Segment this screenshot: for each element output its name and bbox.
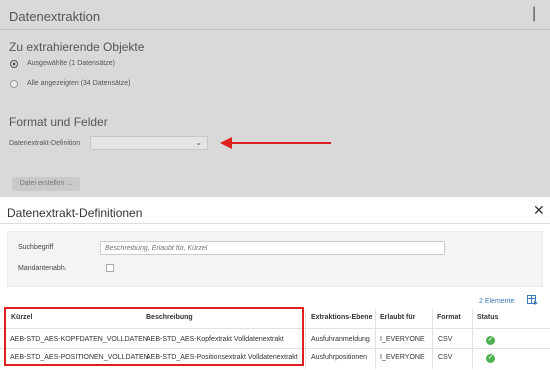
background-dialog: Datenextraktion | Zu extrahierende Objek…: [0, 0, 550, 197]
annotation-arrow-icon: [220, 137, 331, 149]
check-circle-icon: ✓: [486, 336, 495, 345]
format-section-heading: Format und Felder: [9, 115, 108, 129]
chevron-down-icon: ⌄: [195, 138, 202, 147]
column-separator: [432, 309, 433, 369]
objects-section-heading: Zu extrahierende Objekte: [9, 40, 145, 54]
create-file-button[interactable]: Datei erstellen ...: [12, 177, 80, 191]
cell-ebene: Ausfuhrpositionen: [311, 354, 368, 361]
annotation-highlight-box: [4, 307, 304, 366]
radio-selected[interactable]: [10, 60, 18, 68]
definition-select[interactable]: ⌄: [90, 136, 208, 150]
client-dependent-label: Mandantenabh.: [18, 265, 67, 272]
column-separator: [375, 309, 376, 369]
radio-all-label: Alle angezeigten (34 Datensätze): [27, 80, 131, 87]
cell-format: CSV: [438, 336, 453, 343]
result-count: 2 Elemente: [479, 298, 515, 305]
definition-label: Datenextrakt-Definition: [9, 140, 81, 147]
dialog-divider: [0, 223, 550, 224]
cell-ebene: Ausfuhranmeldung: [311, 336, 370, 343]
background-dialog-title: Datenextraktion: [9, 9, 101, 24]
filter-panel: Suchbegriff Mandantenabh.: [7, 231, 543, 287]
dialog-title: Datenextrakt-Definitionen: [7, 206, 143, 220]
search-label: Suchbegriff: [18, 244, 54, 251]
close-icon[interactable]: ✕: [533, 203, 545, 217]
col-status[interactable]: Status: [477, 314, 498, 321]
radio-all[interactable]: [10, 80, 18, 88]
col-ebene[interactable]: Extraktions-Ebene: [311, 314, 372, 321]
table-export-icon[interactable]: [527, 295, 538, 305]
column-separator: [472, 309, 473, 369]
cell-erlaubt: I_EVERYONE: [380, 336, 425, 343]
background-title-bar: Datenextraktion |: [0, 0, 550, 30]
client-dependent-checkbox[interactable]: [106, 264, 114, 272]
cell-format: CSV: [438, 354, 453, 361]
radio-selected-label: Ausgewählte (1 Datensätze): [27, 60, 115, 67]
col-erlaubt[interactable]: Erlaubt für: [380, 314, 415, 321]
definitions-dialog: Datenextrakt-Definitionen ✕ Suchbegriff …: [0, 197, 550, 370]
cell-erlaubt: I_EVERYONE: [380, 354, 425, 361]
search-input[interactable]: [100, 241, 445, 255]
check-circle-icon: ✓: [486, 354, 495, 363]
col-format[interactable]: Format: [437, 314, 461, 321]
background-close-icon: |: [532, 5, 537, 22]
column-separator: [305, 309, 306, 369]
